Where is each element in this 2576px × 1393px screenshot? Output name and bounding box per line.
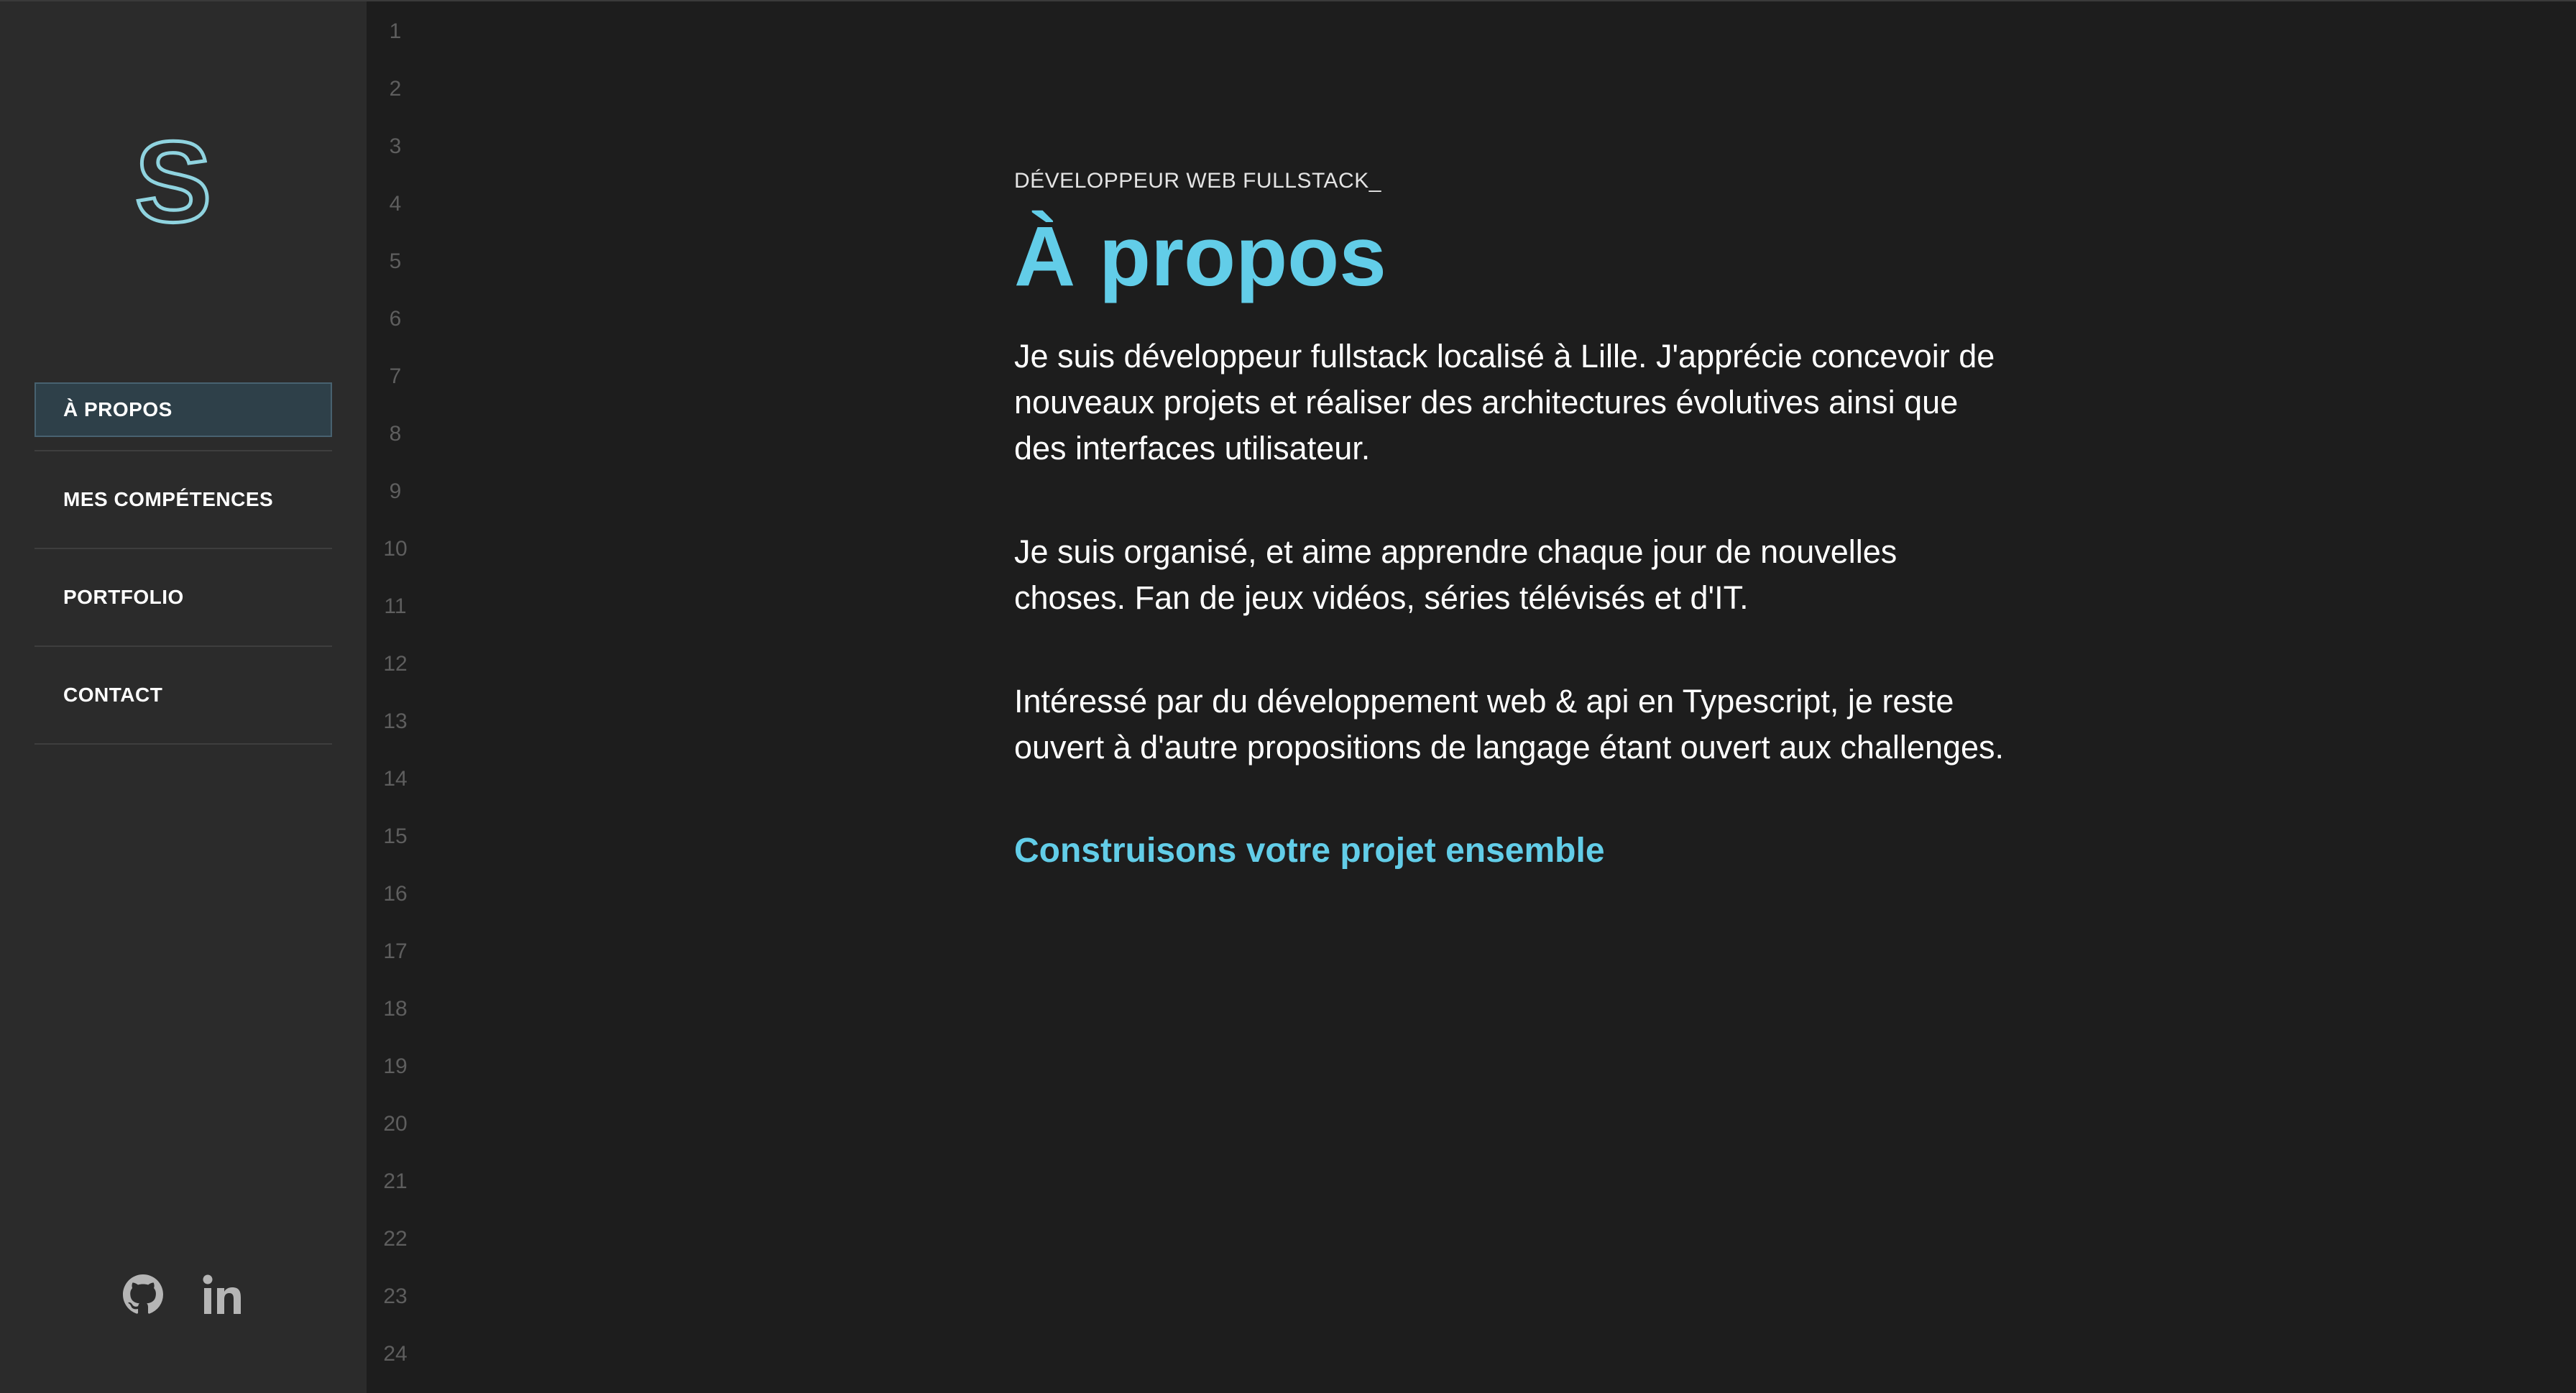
line-number: 23 [383, 1284, 408, 1308]
line-number: 24 [383, 1342, 408, 1366]
github-link[interactable] [121, 1272, 165, 1317]
line-number: 10 [383, 537, 408, 561]
linkedin-icon [203, 1274, 241, 1314]
about-paragraph-2: Je suis organisé, et aime apprendre chaq… [1014, 533, 1898, 616]
line-number: 21 [383, 1169, 408, 1193]
line-number-gutter: 1 2 3 4 5 6 7 8 9 10 11 12 13 14 15 16 17 18 19 20 21 22 23 24 [367, 1, 424, 1393]
logo[interactable]: S [133, 116, 213, 248]
line-number: 5 [389, 249, 402, 273]
nav-item-label: MES COMPÉTENCES [63, 488, 274, 510]
linkedin-link[interactable] [201, 1272, 246, 1317]
main-content: DÉVELOPPEUR WEB FULLSTACK_ À propos Je s… [1014, 167, 2006, 874]
line-number: 18 [383, 997, 408, 1021]
line-number: 19 [383, 1054, 408, 1078]
line-number: 15 [383, 824, 408, 848]
nav-item-competences[interactable]: MES COMPÉTENCES [34, 451, 332, 549]
line-number: 22 [383, 1227, 408, 1251]
page: S À PROPOS MES COMPÉTENCES PORTFOLIO CON… [0, 0, 2576, 1393]
line-number: 7 [389, 364, 402, 388]
main-nav: À PROPOS MES COMPÉTENCES PORTFOLIO CONTA… [34, 382, 332, 745]
line-number: 20 [383, 1112, 408, 1136]
line-number: 17 [383, 939, 408, 963]
line-number: 8 [389, 422, 402, 446]
about-paragraph-1: Je suis développeur fullstack localisé à… [1014, 338, 1995, 466]
nav-item-label: PORTFOLIO [63, 586, 184, 608]
logo-letter: S [135, 129, 212, 237]
social-links [121, 1272, 246, 1317]
github-icon [123, 1274, 163, 1314]
line-number: 2 [389, 77, 402, 101]
line-number: 3 [389, 134, 402, 158]
nav-item-contact[interactable]: CONTACT [34, 647, 332, 745]
nav-item-a-propos[interactable]: À PROPOS [34, 382, 332, 451]
page-title: À propos [1014, 209, 1386, 304]
line-number: 12 [383, 652, 408, 676]
cta-link[interactable]: Construisons votre projet ensemble [1014, 828, 1605, 874]
line-number: 6 [389, 307, 402, 331]
nav-item-label: CONTACT [63, 684, 163, 706]
logo-s-icon: S [133, 116, 213, 248]
line-number: 16 [383, 882, 408, 906]
nav-item-portfolio[interactable]: PORTFOLIO [34, 549, 332, 647]
line-number: 9 [389, 479, 402, 503]
line-number: 4 [389, 192, 402, 216]
line-number: 11 [384, 594, 407, 618]
nav-item-label: À PROPOS [63, 398, 172, 420]
sidebar: S À PROPOS MES COMPÉTENCES PORTFOLIO CON… [0, 1, 367, 1393]
page-subtitle: DÉVELOPPEUR WEB FULLSTACK_ [1014, 169, 1381, 193]
line-number: 14 [383, 767, 408, 791]
line-number: 13 [383, 709, 408, 733]
about-paragraph-3: Intéressé par du développement web & api… [1014, 683, 2005, 766]
line-number: 1 [389, 19, 402, 43]
